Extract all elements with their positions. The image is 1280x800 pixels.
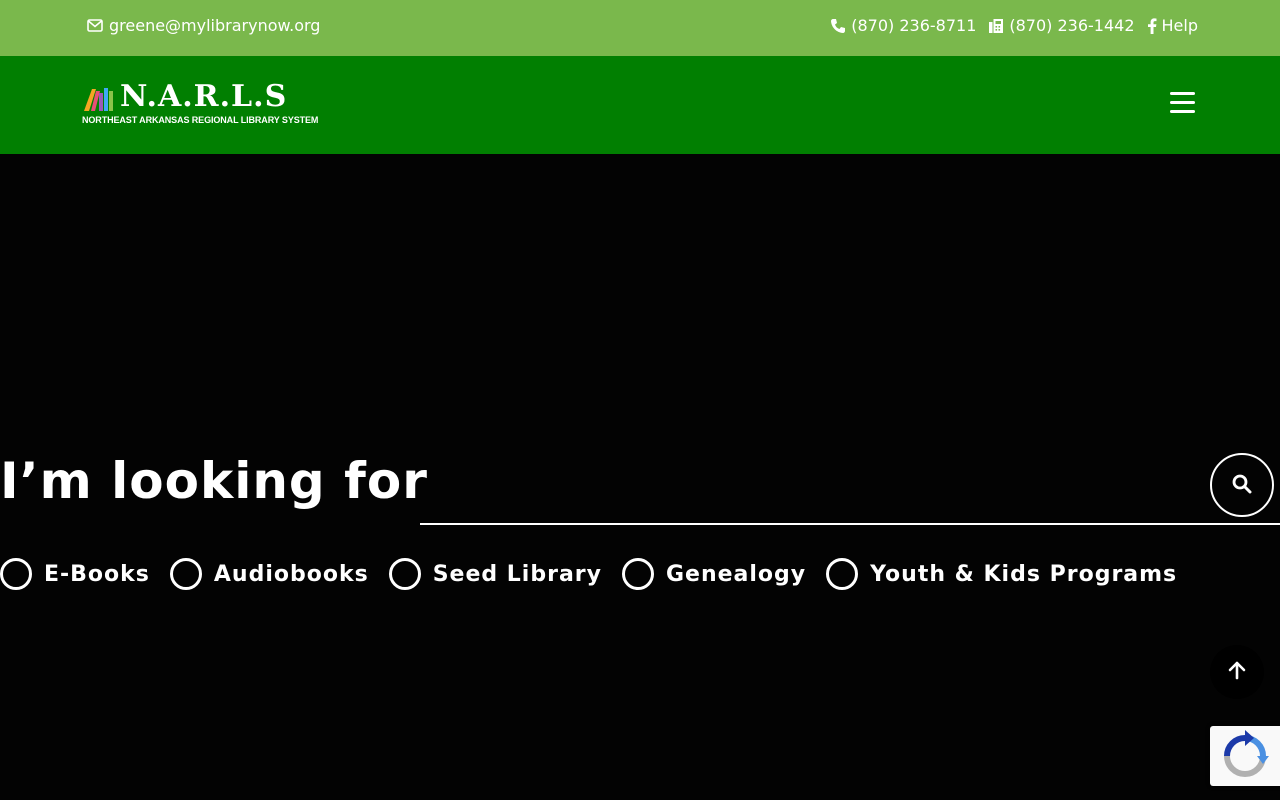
help-link[interactable]: Help [1147,16,1198,35]
site-logo[interactable]: N.A.R.L.S NORTHEAST ARKANSAS REGIONAL LI… [82,79,322,129]
hamburger-menu-icon[interactable] [1170,92,1200,118]
scroll-to-top-button[interactable] [1210,645,1264,699]
option-audiobooks[interactable]: Audiobooks [169,558,369,590]
search-label: I’m looking for [0,452,428,510]
phone-number: (870) 236-8711 [851,16,977,35]
option-youth-kids-programs[interactable]: Youth & Kids Programs [826,558,1177,590]
email-text: greene@mylibrarynow.org [109,16,321,35]
search-button[interactable] [1210,453,1274,517]
option-label: Audiobooks [213,561,369,587]
logo-wordmark: N.A.R.L.S [120,79,288,114]
search-underline [420,523,1280,525]
arrow-up-icon [1227,660,1247,684]
site-header: N.A.R.L.S NORTHEAST ARKANSAS REGIONAL LI… [0,56,1280,154]
email-link[interactable]: greene@mylibrarynow.org [87,16,320,35]
facebook-icon [1147,17,1157,34]
radio-ebooks[interactable] [0,558,32,590]
fax-number: (870) 236-1442 [1009,16,1135,35]
fax-icon [988,18,1004,34]
option-label: Seed Library [432,561,602,587]
envelope-icon [87,19,103,32]
contact-links: (870) 236-8711 (870) 236-1442 Help [830,16,1198,35]
radio-audiobooks[interactable] [169,558,202,590]
phone-link[interactable]: (870) 236-8711 [830,16,976,35]
radio-youth-kids-programs[interactable] [826,558,859,590]
search-input[interactable] [420,454,1205,524]
radio-seed-library[interactable] [388,558,421,590]
books-logo-icon [82,85,118,117]
option-genealogy[interactable]: Genealogy [621,558,807,590]
top-contact-bar: greene@mylibrarynow.org (870) 236-8711 (… [0,0,1280,56]
option-seed-library[interactable]: Seed Library [388,558,602,590]
option-label: Youth & Kids Programs [870,561,1178,587]
help-text: Help [1161,16,1198,35]
option-label: Genealogy [665,561,807,587]
recaptcha-icon [1210,730,1280,790]
option-label: E-Books [44,561,150,587]
fax-link[interactable]: (870) 236-1442 [988,16,1135,35]
search-icon [1232,474,1252,497]
recaptcha-badge[interactable] [1210,726,1280,786]
radio-genealogy[interactable] [621,558,654,590]
logo-tagline: NORTHEAST ARKANSAS REGIONAL LIBRARY SYST… [82,115,319,125]
search-category-options: E-Books Audiobooks Seed Library Genealog… [0,558,1197,590]
phone-icon [830,18,846,34]
option-ebooks[interactable]: E-Books [0,558,150,590]
